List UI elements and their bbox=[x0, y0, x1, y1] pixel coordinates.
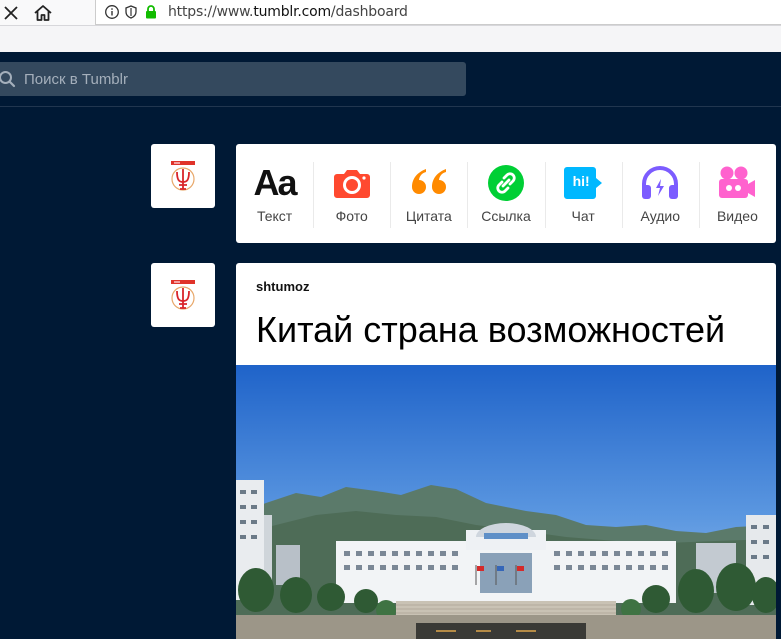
camera-icon bbox=[331, 164, 373, 202]
psi-logo-icon bbox=[171, 280, 195, 310]
url-text[interactable]: https://www.tumblr.com/dashboard bbox=[168, 4, 408, 20]
post-title: Китай страна возможностей bbox=[256, 309, 726, 350]
post-type-bar: Aa Текст Фото Цитата Ссылка hi! Чат Ауди… bbox=[236, 144, 776, 243]
post-type-audio[interactable]: Аудио bbox=[621, 144, 699, 243]
post-type-label: Аудио bbox=[640, 208, 681, 224]
url-prefix: https://www. bbox=[168, 4, 254, 20]
url-path: /dashboard bbox=[330, 4, 408, 20]
psi-logo-icon bbox=[171, 161, 195, 191]
post-type-label: Текст bbox=[256, 208, 293, 224]
headphones-icon bbox=[639, 164, 681, 202]
post-type-photo[interactable]: Фото bbox=[313, 144, 390, 243]
link-icon bbox=[485, 164, 527, 202]
address-bar[interactable]: https://www.tumblr.com/dashboard bbox=[95, 0, 781, 25]
post-type-label: Цитата bbox=[405, 208, 452, 224]
post-type-chat[interactable]: hi! Чат bbox=[544, 144, 622, 243]
search-icon bbox=[0, 71, 16, 88]
home-icon[interactable] bbox=[32, 2, 54, 24]
post-type-label: Видео bbox=[716, 208, 758, 224]
text-icon-glyph: Aa bbox=[253, 162, 298, 203]
post-type-video[interactable]: Видео bbox=[698, 144, 776, 243]
text-icon: Aa bbox=[253, 162, 298, 203]
post-type-quote[interactable]: Цитата bbox=[390, 144, 467, 243]
search-box[interactable] bbox=[0, 62, 466, 96]
tracking-shield-icon[interactable] bbox=[123, 4, 139, 20]
lock-icon[interactable] bbox=[143, 4, 159, 20]
post-type-label: Ссылка bbox=[481, 208, 531, 224]
post-blog-name[interactable]: shtumoz bbox=[256, 279, 309, 294]
toolbar-strip bbox=[0, 26, 781, 52]
info-icon[interactable] bbox=[104, 4, 120, 20]
post-type-link[interactable]: Ссылка bbox=[467, 144, 544, 243]
post-type-label: Фото bbox=[335, 208, 368, 224]
post-photo[interactable] bbox=[236, 365, 776, 639]
chat-icon: hi! bbox=[562, 164, 604, 202]
browser-toolbar: https://www.tumblr.com/dashboard bbox=[0, 0, 781, 26]
close-icon[interactable] bbox=[0, 2, 22, 24]
post-avatar[interactable] bbox=[151, 263, 215, 327]
url-domain: tumblr.com bbox=[253, 4, 331, 20]
chat-icon-glyph: hi! bbox=[572, 173, 590, 189]
tumblr-header bbox=[0, 52, 781, 107]
quote-icon bbox=[408, 164, 450, 202]
search-input[interactable] bbox=[24, 62, 444, 96]
post-card: shtumoz Китай страна возможностей bbox=[236, 263, 776, 639]
avatar[interactable] bbox=[151, 144, 215, 208]
video-camera-icon bbox=[716, 164, 758, 202]
post-type-label: Чат bbox=[571, 208, 595, 224]
post-type-text[interactable]: Aa Текст bbox=[236, 144, 313, 243]
